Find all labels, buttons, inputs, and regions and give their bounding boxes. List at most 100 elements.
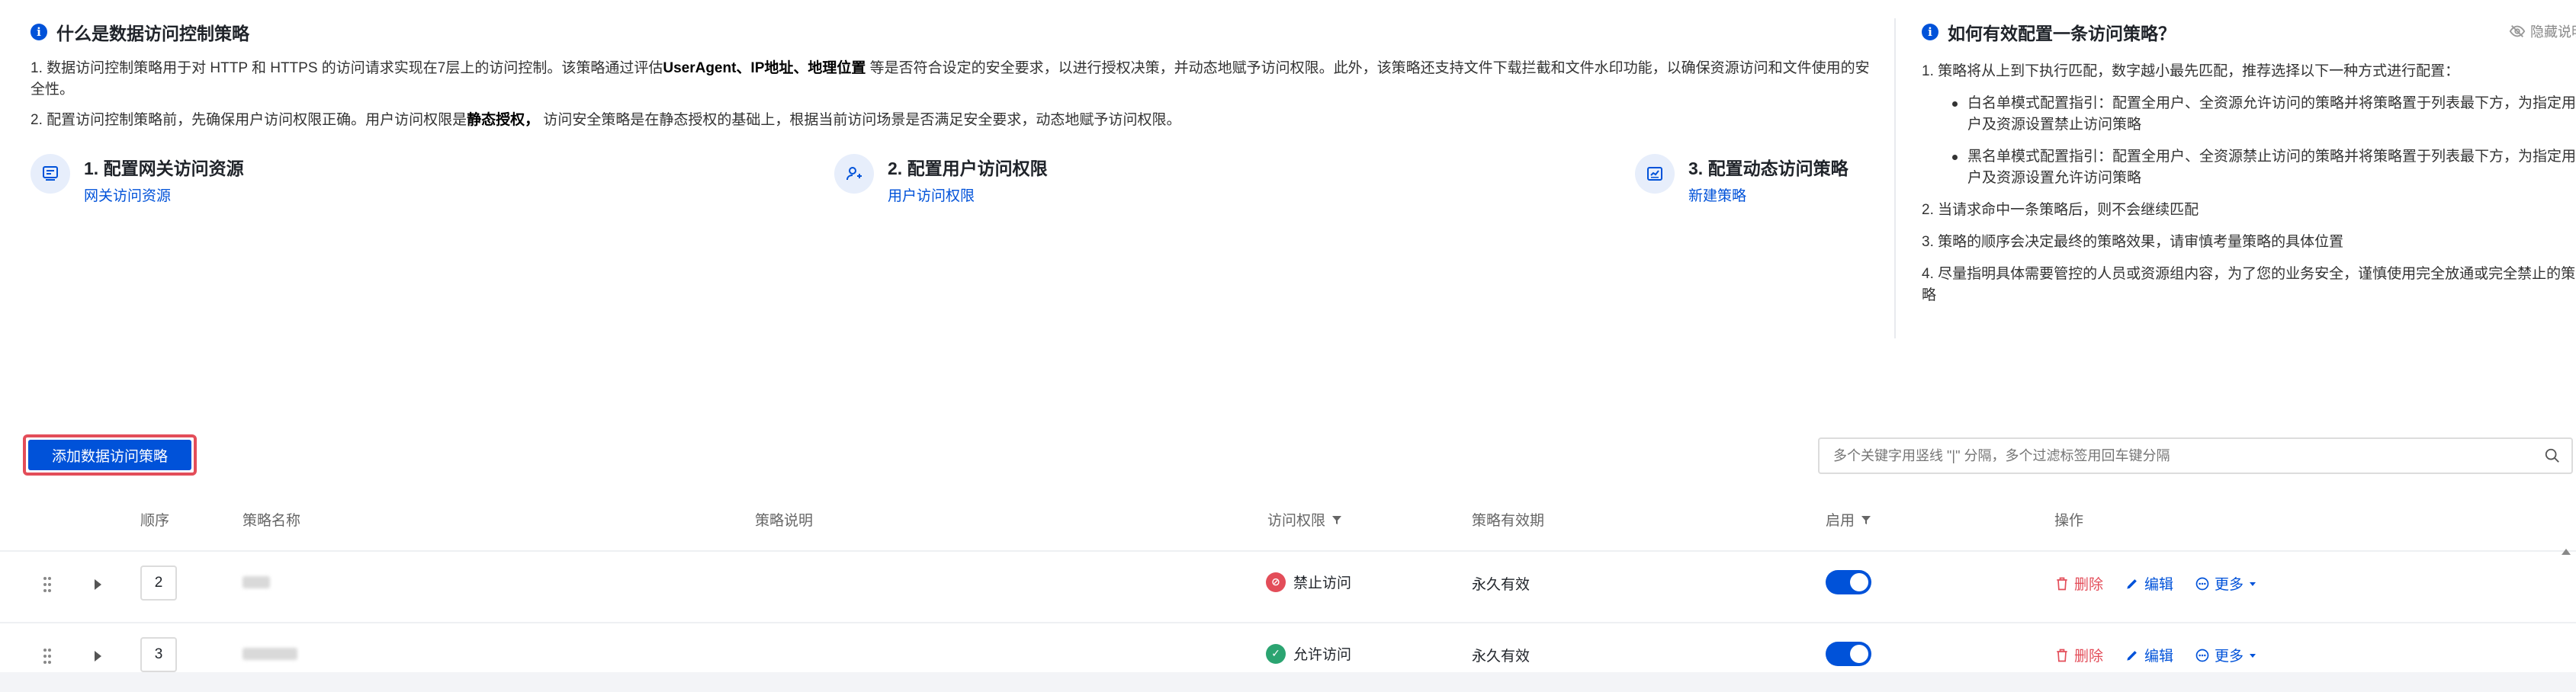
howto-panel: i 如何有效配置一条访问策略？ 隐藏说明 1. 策略将从上到下执行匹配，数字越小… bbox=[1894, 18, 2576, 338]
search-input[interactable] bbox=[1820, 447, 2544, 465]
permission-label: 允许访问 bbox=[1293, 647, 1352, 663]
edit-button[interactable]: 编辑 bbox=[2125, 645, 2173, 665]
validity-cell: 永久有效 bbox=[1472, 577, 1531, 593]
edit-label: 编辑 bbox=[2144, 577, 2174, 593]
intro-paragraph-2: 2. 配置访问控制策略前，先确保用户访问权限正确。用户访问权限是静态授权， 访问… bbox=[31, 110, 1884, 131]
add-policy-button[interactable]: 添加数据访问策略 bbox=[23, 434, 197, 476]
intro-paragraph-1: 1. 数据访问控制策略用于对 HTTP 和 HTTPS 的访问请求实现在7层上的… bbox=[31, 58, 1884, 101]
intro-p1-text-a: 1. 数据访问控制策略用于对 HTTP 和 HTTPS 的访问请求实现在7层上的… bbox=[31, 60, 663, 76]
validity-cell: 永久有效 bbox=[1472, 649, 1531, 665]
edit-button[interactable]: 编辑 bbox=[2125, 573, 2173, 594]
deny-icon: ⊘ bbox=[1266, 572, 1286, 592]
delete-button[interactable]: 删除 bbox=[2054, 573, 2103, 594]
intro-p2-bold: 静态授权， bbox=[467, 112, 540, 128]
step-3-title: 3. 配置动态访问策略 bbox=[1688, 159, 1848, 178]
operations-cell: 删除 编辑 更多 bbox=[2054, 573, 2283, 594]
policy-name-redacted bbox=[243, 576, 270, 588]
pencil-icon bbox=[2127, 650, 2137, 661]
user-add-icon bbox=[834, 154, 874, 194]
intro-p2-text-a: 2. 配置访问控制策略前，先确保用户访问权限正确。用户访问权限是 bbox=[31, 112, 467, 128]
hide-description-label: 隐藏说明 bbox=[2530, 24, 2576, 40]
table-row: 3 ✓ 允许访问 永久有效 删除 编辑 更多 bbox=[0, 622, 2576, 692]
col-permission-label: 访问权限 bbox=[1267, 513, 1326, 529]
more-label: 更多 bbox=[2215, 577, 2244, 593]
col-operations: 操作 bbox=[2054, 513, 2084, 529]
step-user-permission: 2. 配置用户访问权限 用户访问权限 bbox=[834, 154, 1048, 205]
step-2-title: 2. 配置用户访问权限 bbox=[888, 159, 1048, 178]
step-1-title: 1. 配置网关访问资源 bbox=[84, 159, 244, 178]
howto-item-3: 3. 策略的顺序会决定最终的策略效果，请审慎考量策略的具体位置 bbox=[1922, 234, 2344, 250]
more-circle-icon bbox=[2195, 649, 2209, 662]
allow-icon: ✓ bbox=[1266, 643, 1286, 664]
col-permission[interactable]: 访问权限 bbox=[1267, 509, 1342, 530]
info-section: i 什么是数据访问控制策略 1. 数据访问控制策略用于对 HTTP 和 HTTP… bbox=[0, 0, 2576, 389]
permission-label: 禁止访问 bbox=[1293, 575, 1352, 591]
intro-p1-bold: UserAgent、IP地址、地理位置 bbox=[663, 60, 866, 76]
col-enabled[interactable]: 启用 bbox=[1826, 509, 1871, 530]
intro-header: i 什么是数据访问控制策略 bbox=[31, 18, 1884, 46]
eye-off-icon bbox=[2509, 25, 2526, 37]
edit-label: 编辑 bbox=[2144, 649, 2174, 665]
table-header: 顺序 策略名称 策略说明 访问权限 策略有效期 启用 操作 bbox=[0, 503, 2576, 533]
add-policy-button-label: 添加数据访问策略 bbox=[28, 440, 191, 470]
info-icon: i bbox=[31, 24, 47, 40]
delete-label: 删除 bbox=[2074, 577, 2104, 593]
policy-list-section: 添加数据访问策略 顺序 策略名称 策略说明 访问权限 策略有效期 启用 操作 2… bbox=[0, 389, 2576, 672]
step-2-link[interactable]: 用户访问权限 bbox=[888, 184, 1048, 205]
delete-label: 删除 bbox=[2074, 649, 2104, 665]
col-description: 策略说明 bbox=[755, 513, 814, 529]
howto-header: i 如何有效配置一条访问策略？ bbox=[1922, 18, 2576, 46]
enable-toggle[interactable] bbox=[1826, 642, 1871, 666]
howto-sub-whitelist: 白名单模式配置指引：配置全用户、全资源允许访问的策略并将策略置于列表最下方，为指… bbox=[1922, 93, 2576, 136]
vertical-scrollbar[interactable] bbox=[2562, 549, 2571, 671]
filter-icon[interactable] bbox=[1331, 514, 1342, 525]
steps-row: 1. 配置网关访问资源 网关访问资源 2. 配置用户访问权限 用户访问权限 3.… bbox=[31, 154, 1884, 215]
pencil-icon bbox=[2127, 578, 2137, 589]
drag-handle-icon[interactable] bbox=[43, 648, 52, 665]
enable-toggle[interactable] bbox=[1826, 570, 1871, 594]
howto-item-4: 4. 尽量指明具体需要管控的人员或资源组内容，为了您的业务安全，谨慎使用完全放通… bbox=[1922, 266, 2576, 303]
more-button[interactable]: 更多 bbox=[2195, 573, 2262, 594]
intro-title: 什么是数据访问控制策略 bbox=[56, 24, 249, 43]
howto-sub-blacklist: 黑名单模式配置指引：配置全用户、全资源禁止访问的策略并将策略置于列表最下方，为指… bbox=[1922, 146, 2576, 189]
howto-list: 1. 策略将从上到下执行匹配，数字越小最先匹配，推荐选择以下一种方式进行配置： … bbox=[1922, 61, 2576, 306]
delete-button[interactable]: 删除 bbox=[2054, 645, 2103, 665]
hide-description-toggle[interactable]: 隐藏说明 bbox=[2509, 21, 2576, 41]
operations-cell: 删除 编辑 更多 bbox=[2054, 645, 2283, 665]
scroll-up-icon[interactable] bbox=[2562, 549, 2571, 555]
intro-description: 1. 数据访问控制策略用于对 HTTP 和 HTTPS 的访问请求实现在7层上的… bbox=[31, 58, 1884, 131]
more-label: 更多 bbox=[2215, 649, 2244, 665]
permission-cell: ✓ 允许访问 bbox=[1266, 643, 1351, 664]
step-dynamic-policy: 3. 配置动态访问策略 新建策略 bbox=[1635, 154, 1848, 205]
monitor-icon bbox=[31, 154, 70, 194]
search-box bbox=[1818, 437, 2573, 474]
col-order: 顺序 bbox=[140, 513, 170, 529]
info-icon: i bbox=[1922, 24, 1938, 40]
order-input[interactable]: 2 bbox=[140, 565, 177, 601]
more-button[interactable]: 更多 bbox=[2195, 645, 2262, 665]
filter-icon[interactable] bbox=[1861, 514, 1871, 525]
col-enabled-label: 启用 bbox=[1826, 513, 1855, 529]
trash-icon bbox=[2057, 649, 2067, 662]
step-gateway-resource: 1. 配置网关访问资源 网关访问资源 bbox=[31, 154, 244, 205]
more-circle-icon bbox=[2195, 577, 2209, 590]
permission-cell: ⊘ 禁止访问 bbox=[1266, 572, 1351, 592]
drag-handle-icon[interactable] bbox=[43, 576, 52, 593]
policy-name-redacted bbox=[243, 648, 297, 660]
table-row: 2 ⊘ 禁止访问 永久有效 删除 编辑 更多 bbox=[0, 550, 2576, 620]
intro-p2-text-c: 访问安全策略是在静态授权的基础上，根据当前访问场景是否满足安全要求，动态地赋予访… bbox=[539, 112, 1181, 128]
step-3-link[interactable]: 新建策略 bbox=[1688, 184, 1848, 205]
intro-panel: i 什么是数据访问控制策略 1. 数据访问控制策略用于对 HTTP 和 HTTP… bbox=[31, 18, 1884, 215]
order-input[interactable]: 3 bbox=[140, 637, 177, 672]
col-validity: 策略有效期 bbox=[1472, 513, 1545, 529]
caret-down-icon bbox=[2250, 581, 2256, 586]
caret-down-icon bbox=[2250, 653, 2256, 658]
trash-icon bbox=[2057, 577, 2067, 590]
step-1-link[interactable]: 网关访问资源 bbox=[84, 184, 244, 205]
col-name: 策略名称 bbox=[243, 513, 301, 529]
howto-item-2: 2. 当请求命中一条策略后，则不会继续匹配 bbox=[1922, 202, 2199, 218]
howto-item-1: 1. 策略将从上到下执行匹配，数字越小最先匹配，推荐选择以下一种方式进行配置： bbox=[1922, 63, 2460, 79]
search-icon[interactable] bbox=[2544, 447, 2561, 464]
expand-row-icon[interactable] bbox=[95, 651, 101, 662]
expand-row-icon[interactable] bbox=[95, 579, 101, 590]
